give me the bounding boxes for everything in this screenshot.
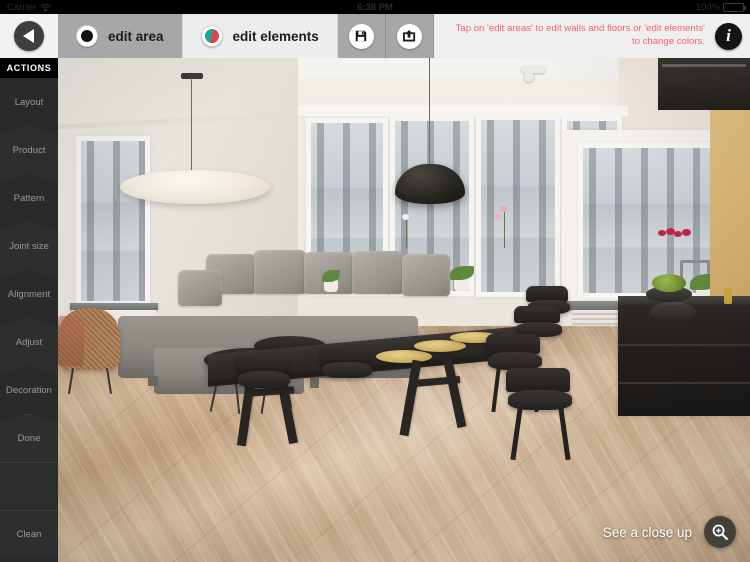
sofa-leg (310, 378, 319, 388)
placemat (414, 340, 466, 352)
sidebar-item-label: Pattern (13, 192, 45, 204)
app-screen: Carrier 6:38 PM 100% edit area edit elem… (0, 0, 750, 562)
sidebar-item-adjust[interactable]: Adjust (0, 318, 58, 375)
faucet-drop (707, 260, 710, 274)
pendant-light-disc (120, 170, 270, 204)
magnifier-icon (704, 516, 736, 548)
clock: 6:38 PM (357, 1, 393, 13)
window-left (76, 136, 150, 306)
pendant-cord-left (191, 78, 192, 176)
see-close-up-label: See a close up (602, 524, 692, 540)
tab-edit-elements-label: edit elements (232, 28, 319, 44)
info-icon[interactable]: i (715, 22, 742, 50)
actions-sidebar: ACTIONS Layout Product Pattern Joint siz… (0, 58, 58, 562)
dining-chair-back (506, 368, 570, 392)
orchid-stem (504, 212, 505, 248)
sofa-cushion (352, 251, 404, 294)
status-bar: Carrier 6:38 PM 100% (0, 0, 750, 14)
battery-percent-label: 100% (695, 1, 720, 13)
sidebar-item-product[interactable]: Product (0, 126, 58, 183)
sofa-cushion (254, 250, 306, 294)
orchid-bloom (674, 231, 682, 237)
tab-edit-area[interactable]: edit area (58, 14, 183, 58)
window-bay-3 (476, 115, 560, 297)
orchid-bloom (658, 230, 666, 236)
sidebar-item-label: Product (12, 144, 46, 156)
sidebar-item-label: Joint size (9, 240, 49, 252)
top-toolbar: edit area edit elements Tap on 'edit are… (0, 14, 750, 58)
share-export-icon (396, 23, 422, 49)
save-button[interactable] (337, 14, 386, 58)
sidebar-item-pattern[interactable]: Pattern (0, 174, 58, 231)
faucet-spout (680, 260, 710, 263)
hint-text: Tap on 'edit areas' to edit walls and fl… (455, 23, 705, 47)
sidebar-header: ACTIONS (0, 58, 58, 78)
room-render-viewport[interactable]: See a close up (58, 58, 750, 562)
sidebar-item-done[interactable]: Done (0, 414, 58, 462)
orchid-bloom (494, 214, 502, 220)
pendant-ceiling-mount (181, 73, 203, 79)
share-button[interactable] (385, 14, 434, 58)
dining-chair-back (514, 306, 560, 323)
hint-area: Tap on 'edit areas' to edit walls and fl… (433, 14, 750, 58)
dining-chair-seat (238, 371, 290, 388)
dining-chair-seat (322, 362, 372, 378)
counter-accessory (724, 288, 732, 304)
pendant-cord-right (429, 58, 430, 168)
sidebar-item-label: Alignment (7, 288, 51, 300)
spotlight (524, 71, 534, 82)
sidebar-item-joint-size[interactable]: Joint size (0, 222, 58, 279)
sidebar-item-label: Done (17, 433, 41, 444)
greens-in-bowl (652, 274, 686, 292)
tab-edit-elements[interactable]: edit elements (182, 14, 338, 58)
color-wheel-icon (200, 25, 223, 47)
sidebar-item-layout[interactable]: Layout (0, 78, 58, 135)
kitchen-base-cabinets (618, 306, 750, 416)
sidebar-item-label: Adjust (15, 336, 43, 348)
placemat (376, 350, 432, 363)
sofa-cushion (402, 254, 450, 296)
see-close-up-button[interactable]: See a close up (603, 516, 736, 548)
floppy-save-icon (348, 23, 374, 49)
back-button[interactable] (0, 14, 58, 58)
cabinet-reveal (662, 64, 746, 67)
sidebar-item-label: Layout (14, 96, 44, 108)
counter-reflection (650, 302, 696, 322)
status-bar-right: 100% (695, 1, 746, 13)
sidebar-item-label: Clean (16, 529, 42, 540)
sidebar-spacer (0, 462, 58, 510)
orchid-bloom (402, 214, 409, 220)
dining-chair-back (486, 334, 540, 354)
black-dot-icon (76, 25, 98, 47)
orchid-stem (406, 218, 407, 248)
tab-edit-area-label: edit area (108, 28, 164, 44)
sidebar-menu: Layout Product Pattern Joint size Alignm… (0, 78, 58, 558)
orchid-bloom (682, 229, 691, 236)
sidebar-item-label: Decoration (6, 384, 52, 396)
sofa-leg (148, 376, 158, 386)
sidebar-item-clean[interactable]: Clean (0, 510, 58, 558)
back-arrow-icon (14, 21, 44, 51)
sidebar-item-alignment[interactable]: Alignment (0, 270, 58, 327)
bay-window-header (298, 106, 628, 116)
accent-bench (58, 316, 84, 366)
battery-icon (723, 2, 746, 12)
sofa-armrest (178, 270, 222, 306)
cabinet-seam (618, 382, 750, 384)
sidebar-item-decoration[interactable]: Decoration (0, 366, 58, 423)
cabinet-seam (618, 344, 750, 346)
